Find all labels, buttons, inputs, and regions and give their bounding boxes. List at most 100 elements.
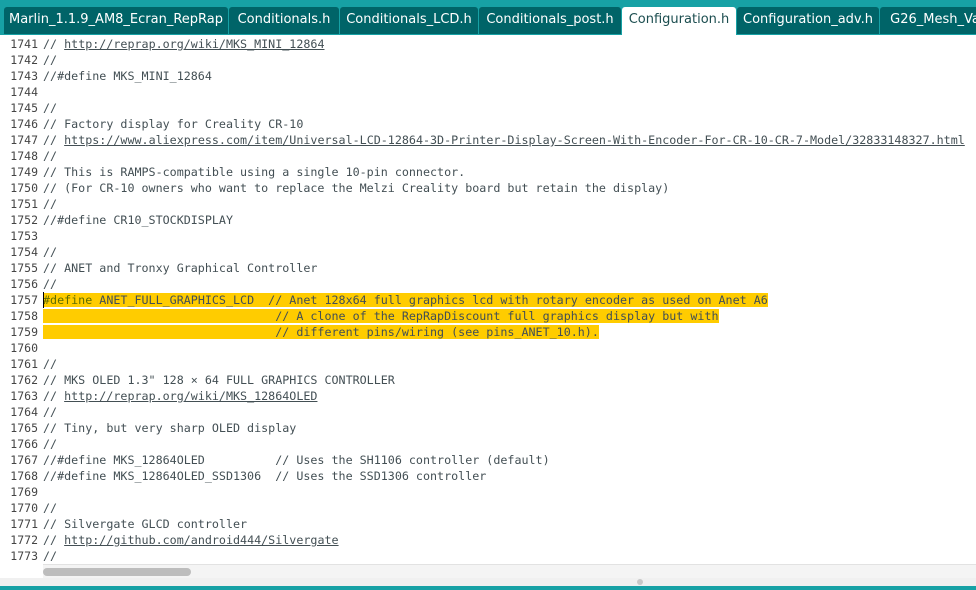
url-link[interactable]: http://github.com/android444/Silvergate	[64, 533, 338, 547]
code-line[interactable]: // ANET and Tronxy Graphical Controller	[43, 260, 317, 276]
line-number: 1748	[10, 149, 38, 163]
tab-conditionals-lcd[interactable]: Conditionals_LCD.h	[340, 7, 478, 34]
code-line[interactable]: //	[43, 196, 57, 212]
code-text: //	[43, 197, 58, 211]
url-link[interactable]: http://reprap.org/wiki/MKS_12864OLED	[64, 389, 317, 403]
code-text: // MKS OLED 1.3" 128 × 64 FULL GRAPHICS …	[43, 373, 395, 387]
code-line[interactable]: //	[43, 436, 57, 452]
console-header-bar	[0, 586, 976, 590]
line-number: 1755	[10, 261, 38, 275]
line-number: 1770	[10, 501, 38, 515]
line-number: 1741	[10, 37, 38, 51]
code-line[interactable]: // MKS OLED 1.3" 128 × 64 FULL GRAPHICS …	[43, 372, 395, 388]
code-text: // Tiny, but very sharp OLED display	[43, 421, 297, 435]
code-text: //	[43, 389, 65, 403]
code-line-highlighted[interactable]: #define ANET_FULL_GRAPHICS_LCD // Anet 1…	[43, 292, 768, 308]
code-line[interactable]: //	[43, 148, 57, 164]
horizontal-scrollbar[interactable]	[43, 564, 976, 579]
code-line[interactable]: //	[43, 548, 57, 563]
line-number: 1759	[10, 325, 38, 339]
code-line[interactable]: //#define MKS_12864OLED_SSD1306 // Uses …	[43, 468, 486, 484]
tab-conditionals-post[interactable]: Conditionals_post.h	[479, 7, 621, 34]
code-line[interactable]: // http://reprap.org/wiki/MKS_MINI_12864	[43, 36, 324, 52]
code-text: //	[43, 133, 65, 147]
code-text: //#define MKS_MINI_12864	[43, 69, 212, 83]
line-number: 1753	[10, 229, 38, 243]
line-number: 1771	[10, 517, 38, 531]
line-number: 1751	[10, 197, 38, 211]
line-number: 1742	[10, 53, 38, 67]
code-line[interactable]: // https://www.aliexpress.com/item/Unive…	[43, 132, 965, 148]
line-number: 1769	[10, 485, 38, 499]
line-number: 1767	[10, 453, 38, 467]
preprocessor-keyword: #define	[43, 293, 93, 307]
code-text: ANET_FULL_GRAPHICS_LCD // Anet 128x64 fu…	[92, 293, 768, 307]
line-number: 1758	[10, 309, 38, 323]
code-text: //	[43, 357, 58, 371]
code-line[interactable]: //#define CR10_STOCKDISPLAY	[43, 212, 233, 228]
code-text: //	[43, 101, 58, 115]
text-cursor	[43, 292, 44, 308]
code-text: //	[43, 405, 58, 419]
code-editor[interactable]: 1741 1742 1743 1744 1745 1746 1747 1748 1749 1750…	[0, 35, 976, 563]
code-text: //	[43, 501, 58, 515]
code-line[interactable]: //	[43, 276, 57, 292]
line-number: 1772	[10, 533, 38, 547]
line-number: 1761	[10, 357, 38, 371]
tab-configuration-adv[interactable]: Configuration_adv.h	[737, 7, 879, 34]
tab-bar: Marlin_1.1.9_AM8_Ecran_RepRap Conditiona…	[0, 0, 976, 35]
code-line[interactable]: //	[43, 356, 57, 372]
code-text: //	[43, 277, 58, 291]
code-text: // ANET and Tronxy Graphical Controller	[43, 261, 318, 275]
tab-marlin-ino[interactable]: Marlin_1.1.9_AM8_Ecran_RepRap	[4, 7, 228, 34]
code-line[interactable]: // http://github.com/android444/Silverga…	[43, 532, 339, 548]
code-line-highlighted[interactable]: // different pins/wiring (see pins_ANET_…	[43, 324, 599, 340]
line-number: 1765	[10, 421, 38, 435]
code-text: // Silvergate GLCD controller	[43, 517, 248, 531]
line-number: 1760	[10, 341, 38, 355]
code-line[interactable]: //	[43, 52, 57, 68]
line-number: 1757	[10, 293, 38, 307]
code-text: //	[43, 149, 58, 163]
line-number: 1768	[10, 469, 38, 483]
code-line[interactable]: //	[43, 500, 57, 516]
code-line[interactable]: //	[43, 404, 57, 420]
code-line[interactable]: // http://reprap.org/wiki/MKS_12864OLED	[43, 388, 317, 404]
horizontal-scrollbar-thumb[interactable]	[43, 568, 191, 576]
console-splitter[interactable]	[0, 578, 976, 586]
code-line[interactable]: // This is RAMPS-compatible using a sing…	[43, 164, 465, 180]
tab-configuration[interactable]: Configuration.h	[622, 7, 736, 35]
line-number: 1763	[10, 389, 38, 403]
code-text: //	[43, 37, 65, 51]
code-text: //	[43, 437, 58, 451]
code-text: //	[43, 245, 58, 259]
code-text: //#define MKS_12864OLED // Uses the SH11…	[43, 453, 550, 467]
line-number: 1743	[10, 69, 38, 83]
tab-strip: Marlin_1.1.9_AM8_Ecran_RepRap Conditiona…	[4, 7, 976, 35]
code-line[interactable]: //	[43, 100, 57, 116]
code-line[interactable]: // (For CR-10 owners who want to replace…	[43, 180, 669, 196]
code-line[interactable]: // Silvergate GLCD controller	[43, 516, 247, 532]
splitter-grip-icon[interactable]	[637, 579, 643, 585]
code-text: //#define MKS_12864OLED_SSD1306 // Uses …	[43, 469, 487, 483]
line-number: 1752	[10, 213, 38, 227]
url-link[interactable]: http://reprap.org/wiki/MKS_MINI_12864	[64, 37, 324, 51]
code-line-highlighted[interactable]: // A clone of the RepRapDiscount full gr…	[43, 308, 719, 324]
code-line[interactable]: //#define MKS_12864OLED // Uses the SH11…	[43, 452, 550, 468]
url-link[interactable]: https://www.aliexpress.com/item/Universa…	[64, 133, 965, 147]
tab-conditionals[interactable]: Conditionals.h	[229, 7, 339, 34]
code-text: // different pins/wiring (see pins_ANET_…	[43, 325, 599, 339]
line-number: 1749	[10, 165, 38, 179]
code-text: //	[43, 53, 58, 67]
line-number: 1744	[10, 85, 38, 99]
code-area[interactable]: // http://reprap.org/wiki/MKS_MINI_12864…	[43, 35, 976, 563]
code-text: // Factory display for Creality CR-10	[43, 117, 304, 131]
line-number: 1773	[10, 549, 38, 563]
code-line[interactable]: // Tiny, but very sharp OLED display	[43, 420, 296, 436]
code-text: // This is RAMPS-compatible using a sing…	[43, 165, 466, 179]
tab-g26-mesh-validation[interactable]: G26_Mesh_Va	[880, 7, 976, 34]
code-line[interactable]: //#define MKS_MINI_12864	[43, 68, 212, 84]
code-text: //	[43, 533, 65, 547]
code-line[interactable]: //	[43, 244, 57, 260]
code-line[interactable]: // Factory display for Creality CR-10	[43, 116, 303, 132]
